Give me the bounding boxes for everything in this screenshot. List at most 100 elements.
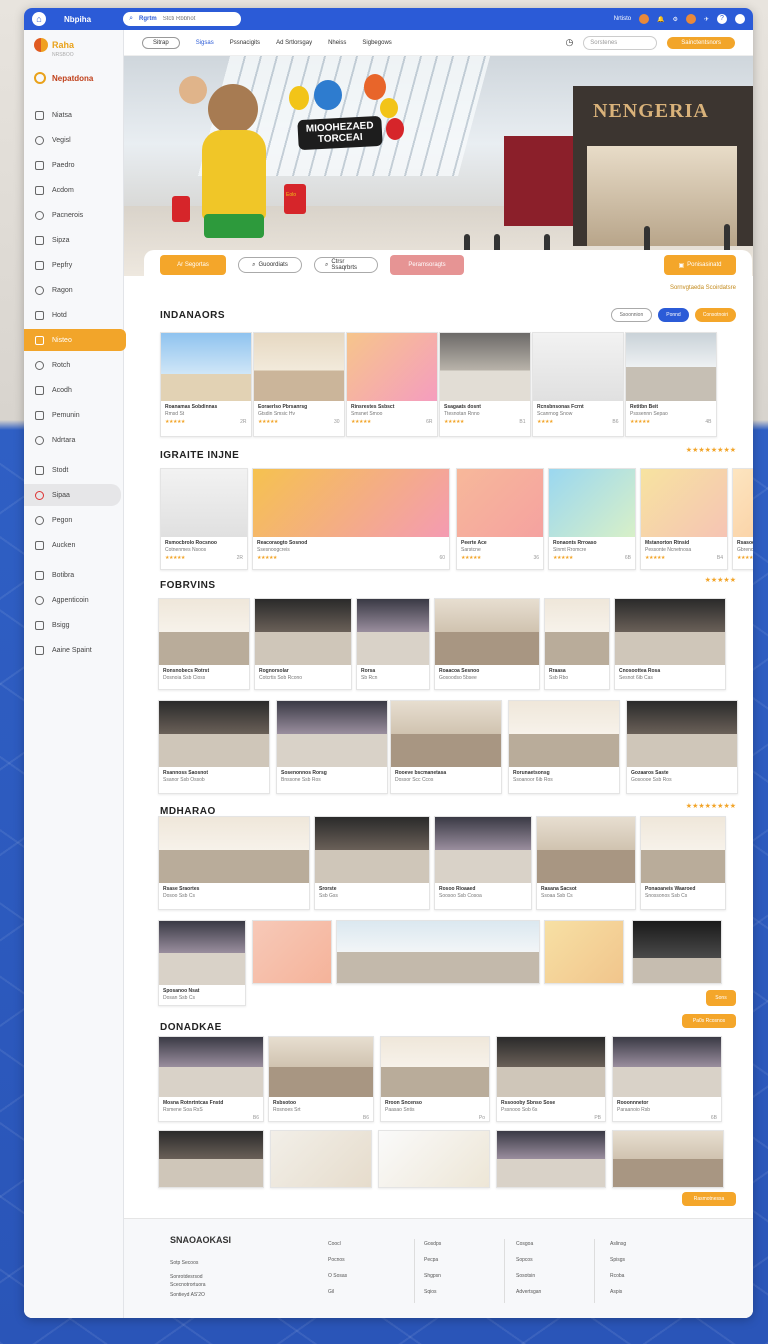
product-card[interactable]: Sosenonnos Rorsg Bnssone Ssb Ros: [276, 700, 388, 794]
card-image[interactable]: [440, 333, 530, 401]
toolbar-button[interactable]: Sitrap: [142, 36, 180, 49]
tabs-subtext[interactable]: Sornvgtaeda Scoirdatsre: [160, 285, 736, 291]
card-image[interactable]: [159, 817, 309, 883]
product-card[interactable]: Retitbn Beit Psssennn Sepao ★★★★★ 4B: [625, 332, 717, 437]
product-card[interactable]: Cnosoottea Rosa Sesnot 6ib Cas: [614, 598, 726, 690]
store-selector[interactable]: Nepatdona: [24, 58, 123, 104]
card-image[interactable]: [435, 599, 539, 665]
footer-link[interactable]: Sqios: [424, 1289, 441, 1295]
card-image[interactable]: [269, 1037, 373, 1097]
product-card[interactable]: Mstanorton Rtnsid Pessonte Ncnetnosa ★★★★★…: [640, 468, 728, 570]
card-image[interactable]: [277, 701, 387, 767]
more-button[interactable]: Sons: [706, 990, 736, 1006]
product-card[interactable]: Reacoraogto Sosnod Ssesnoogcreis ★★★★★ 60: [252, 468, 450, 570]
sidebar-item[interactable]: Pacnerois: [24, 204, 123, 226]
sidebar-item[interactable]: Aaine Spaint: [24, 639, 123, 661]
product-card[interactable]: Eoraerlso Pbrsanrsg Gtsdin Smsic Hv ★★★★★ 3…: [253, 332, 345, 437]
sidebar-item[interactable]: Sipaa: [24, 484, 121, 506]
footer-link[interactable]: Coocl: [328, 1241, 347, 1247]
flag-icon[interactable]: ✈: [704, 16, 709, 23]
card-image[interactable]: [161, 333, 251, 401]
sidebar-item[interactable]: Hotd: [24, 304, 123, 326]
sidebar-item[interactable]: Acdom: [24, 179, 123, 201]
footer-link[interactable]: Aslinsg: [610, 1241, 626, 1247]
footer-link[interactable]: Aspis: [610, 1289, 626, 1295]
product-card[interactable]: Rosoo Rioaaed Soosoo Ssb Cosoa: [434, 816, 532, 910]
section-bottom-button[interactable]: Rasmotnessa: [682, 1192, 736, 1206]
card-image[interactable]: [435, 817, 531, 883]
product-card[interactable]: Rorunaetsonsg Ssoanoor 6ib Ros: [508, 700, 620, 794]
profile-avatar[interactable]: [685, 14, 696, 24]
search-input[interactable]: [162, 16, 223, 22]
topbar-right-label[interactable]: Nrtisto: [614, 16, 631, 22]
product-card[interactable]: Rcnsbnsonas Fcrnt Scanrnog Snow ★★★★ B6: [532, 332, 624, 437]
bell-icon[interactable]: 🔔: [657, 16, 664, 23]
card-image[interactable]: [627, 701, 737, 767]
footer-link[interactable]: Advertsgan: [516, 1289, 541, 1295]
footer-left-4[interactable]: Sontieyd AS'2O: [170, 1293, 205, 1298]
product-card[interactable]: Rraasa Ssb Rbo: [544, 598, 610, 690]
card-image[interactable]: [615, 599, 725, 665]
product-card[interactable]: Rsmocbrolo Rocsnoo Cotnenmes Nsoos ★★★★★ 2R: [160, 468, 248, 570]
product-card[interactable]: Ponaoaneis Waaroed Snossonos Ssb Cs: [640, 816, 726, 910]
section-top-button[interactable]: Pa0s Rcosnos: [682, 1014, 736, 1028]
product-card[interactable]: Ssagaats dosnt Ttesnotan Rnno ★★★★★ B1: [439, 332, 531, 437]
card-image[interactable]: [159, 701, 269, 767]
card-image[interactable]: [315, 817, 429, 883]
product-card[interactable]: Sposanoo Nsat Dosan Ssb Cs: [158, 920, 246, 1006]
product-card[interactable]: Roanamas Sobdinnas Rmsd St ★★★★★ 2R: [160, 332, 252, 437]
footer-left-3[interactable]: Scecnotrortuora: [170, 1283, 206, 1288]
image-tile[interactable]: [158, 1130, 264, 1188]
card-image[interactable]: [641, 817, 725, 883]
sidebar-item[interactable]: Botibra: [24, 564, 123, 586]
card-image[interactable]: [509, 701, 619, 767]
image-tile[interactable]: [336, 920, 540, 984]
tab-1[interactable]: Ar Segortas: [160, 255, 226, 275]
card-image[interactable]: [255, 599, 351, 665]
card-image[interactable]: [347, 333, 437, 401]
product-card[interactable]: Mosna Rotnrtntcas Fnstd Rsmene Soa RsS B6: [158, 1036, 264, 1122]
image-tile[interactable]: [544, 920, 624, 984]
footer-left-2[interactable]: Sonrotdesrsod: [170, 1275, 203, 1280]
product-card[interactable]: Rasana Sacsot Ssoaa Ssb Cs: [536, 816, 636, 910]
top-search[interactable]: ⌕ Rgrtm: [123, 12, 242, 26]
section-chip[interactable]: Ssoonnion: [610, 308, 653, 322]
card-image[interactable]: [357, 599, 429, 665]
card-image[interactable]: [549, 469, 635, 537]
product-card[interactable]: Rorsa Sb Rcn: [356, 598, 430, 690]
product-card[interactable]: Rsase Sraortes Dosoo Ssb Cs: [158, 816, 310, 910]
footer-link[interactable]: Rcoba: [610, 1273, 626, 1279]
product-card[interactable]: Rsbsotoo Rosnoes Srt B6: [268, 1036, 374, 1122]
sidebar-item[interactable]: Sipza: [24, 229, 123, 251]
card-image[interactable]: [733, 469, 753, 537]
toolbar-link-4[interactable]: Nheiss: [328, 40, 346, 46]
section-chip[interactable]: Consotnoiri: [694, 308, 736, 322]
sidebar-item[interactable]: Vegisl: [24, 129, 123, 151]
brand[interactable]: Raha: [24, 30, 123, 52]
tab-5[interactable]: ▣ Ponisasinatd: [664, 255, 736, 275]
settings-icon[interactable]: ⚙: [673, 16, 678, 23]
user-avatar-icon[interactable]: [639, 14, 650, 24]
image-tile[interactable]: [612, 1130, 724, 1188]
footer-link[interactable]: Gil: [328, 1289, 347, 1295]
sidebar-item[interactable]: Pegon: [24, 509, 123, 531]
card-image[interactable]: [159, 1037, 263, 1097]
product-card[interactable]: Ronaonts Rrroaso Sinmt Rromcre ★★★★★ 6B: [548, 468, 636, 570]
sidebar-item[interactable]: Paedro: [24, 154, 123, 176]
card-image[interactable]: [626, 333, 716, 401]
card-image[interactable]: [381, 1037, 489, 1097]
footer-link[interactable]: Sopcos: [516, 1257, 541, 1263]
footer-left-1[interactable]: Sotp Secoos: [170, 1261, 198, 1266]
sidebar-item[interactable]: Pepfry: [24, 254, 123, 276]
card-image[interactable]: [254, 333, 344, 401]
toolbar-cta-button[interactable]: Sainctentsnors: [667, 36, 735, 49]
product-card[interactable]: Rinsrestes Ssbsct Smsnet Smoo ★★★★★ 6R: [346, 332, 438, 437]
tab-2[interactable]: ⌕ Guoordiats: [238, 257, 302, 273]
sidebar-item[interactable]: Bsigg: [24, 614, 123, 636]
toolbar-link-5[interactable]: Sigbegows: [362, 40, 391, 46]
sidebar-item[interactable]: Stodt: [24, 459, 123, 481]
help-icon[interactable]: ?: [717, 14, 727, 24]
footer-link[interactable]: Cosgoa: [516, 1241, 541, 1247]
sidebar-item[interactable]: Nisteo: [24, 329, 126, 351]
tab-3[interactable]: ⌕ Ctrsr Ssaqrbrts: [314, 257, 378, 273]
